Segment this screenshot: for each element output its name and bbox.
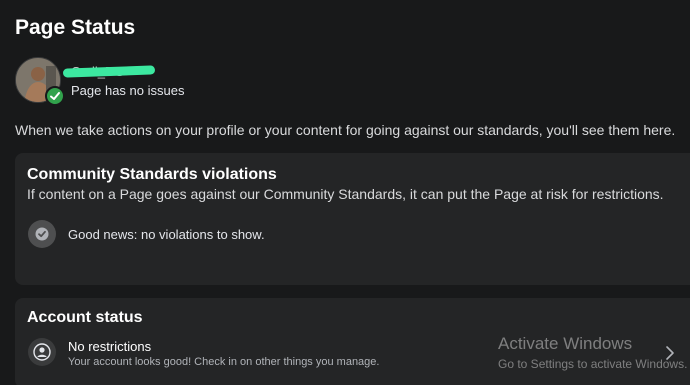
- watermark-subtitle: Go to Settings to activate Windows.: [498, 357, 688, 371]
- activate-windows-watermark: Activate Windows Go to Settings to activ…: [498, 334, 687, 371]
- card-description: If content on a Page goes against our Co…: [27, 186, 664, 202]
- page-title: Page Status: [15, 16, 136, 39]
- restrictions-title: No restrictions: [68, 339, 152, 354]
- redaction-scribble: [62, 65, 156, 78]
- restrictions-subtitle: Your account looks good! Check in on oth…: [68, 356, 380, 368]
- check-circle-icon: [28, 220, 56, 248]
- account-user-icon: [28, 338, 56, 366]
- community-standards-card: Community Standards violations If conten…: [15, 153, 690, 285]
- page-status-screen: Page Status Cadi_DG Page has no issues W…: [0, 0, 690, 385]
- card-title: Account status: [27, 309, 143, 326]
- profile-name[interactable]: Cadi_DG: [62, 63, 171, 79]
- intro-text: When we take actions on your profile or …: [15, 122, 676, 138]
- verified-check-icon: [45, 86, 65, 106]
- watermark-title: Activate Windows: [498, 334, 633, 353]
- violations-status: Good news: no violations to show.: [68, 227, 265, 242]
- profile-avatar[interactable]: [15, 57, 65, 106]
- card-title: Community Standards violations: [27, 166, 277, 183]
- page-health-status: Page has no issues: [71, 83, 185, 98]
